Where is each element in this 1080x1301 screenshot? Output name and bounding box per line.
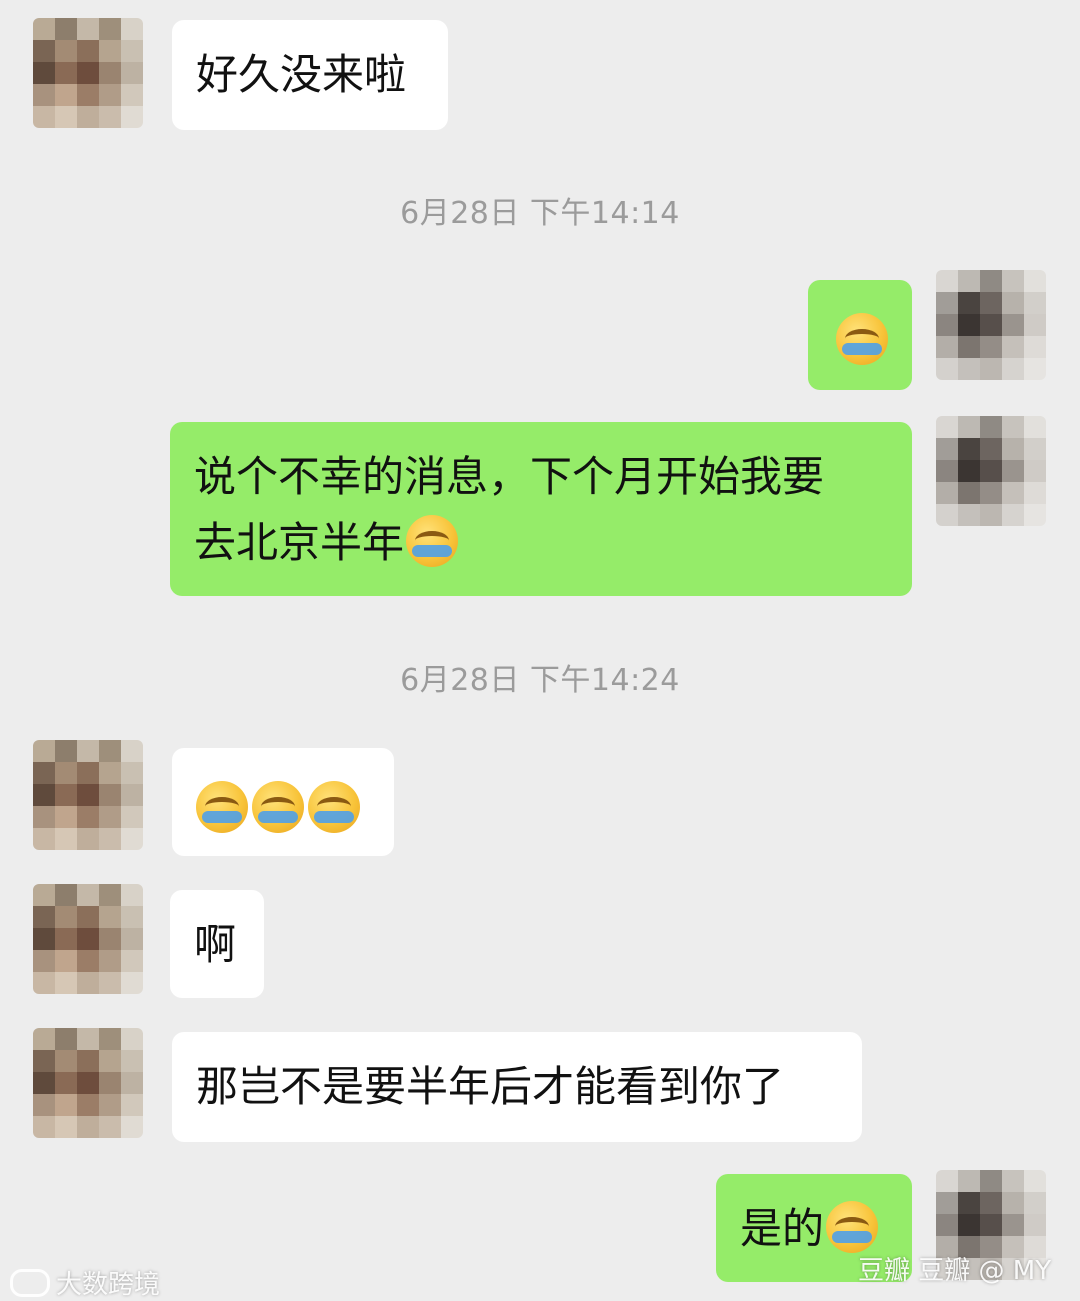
message-text: 那岂不是要半年后才能看到你了 <box>196 1062 785 1111</box>
self-avatar[interactable] <box>936 416 1046 526</box>
contact-avatar[interactable] <box>33 18 143 128</box>
message-text: 说个不幸的消息，下个月开始我要 <box>194 452 825 501</box>
message-text: 去北京半年 <box>194 518 405 567</box>
message-bubble-received[interactable]: 那岂不是要半年后才能看到你了 <box>172 1032 862 1142</box>
message-bubble-received[interactable] <box>172 748 394 856</box>
contact-avatar[interactable] <box>33 740 143 850</box>
face-palm-crying-icon <box>308 781 360 833</box>
message-text: 好久没来啦 <box>196 50 407 99</box>
watermark-left: 大数跨境 <box>10 1264 160 1301</box>
message-bubble-received[interactable]: 啊 <box>170 890 264 998</box>
face-palm-crying-icon <box>252 781 304 833</box>
contact-avatar[interactable] <box>33 884 143 994</box>
message-bubble-sent[interactable] <box>808 280 912 390</box>
timestamp: 6月28日 下午14:14 <box>400 196 680 231</box>
watermark-logo-icon <box>10 1269 50 1297</box>
face-palm-crying-icon <box>406 515 459 567</box>
contact-avatar[interactable] <box>33 1028 143 1138</box>
message-bubble-received[interactable]: 好久没来啦 <box>172 20 448 130</box>
face-palm-crying-icon <box>826 1201 879 1253</box>
message-text: 啊 <box>194 920 237 969</box>
message-text: 是的 <box>740 1204 825 1253</box>
face-palm-crying-icon <box>836 313 888 365</box>
timestamp: 6月28日 下午14:24 <box>400 663 680 698</box>
self-avatar[interactable] <box>936 270 1046 380</box>
face-palm-crying-icon <box>196 781 248 833</box>
message-bubble-sent[interactable]: 说个不幸的消息，下个月开始我要 去北京半年 <box>170 422 912 596</box>
watermark-right: 豆瓣 豆瓣 @ MY <box>858 1256 1052 1286</box>
